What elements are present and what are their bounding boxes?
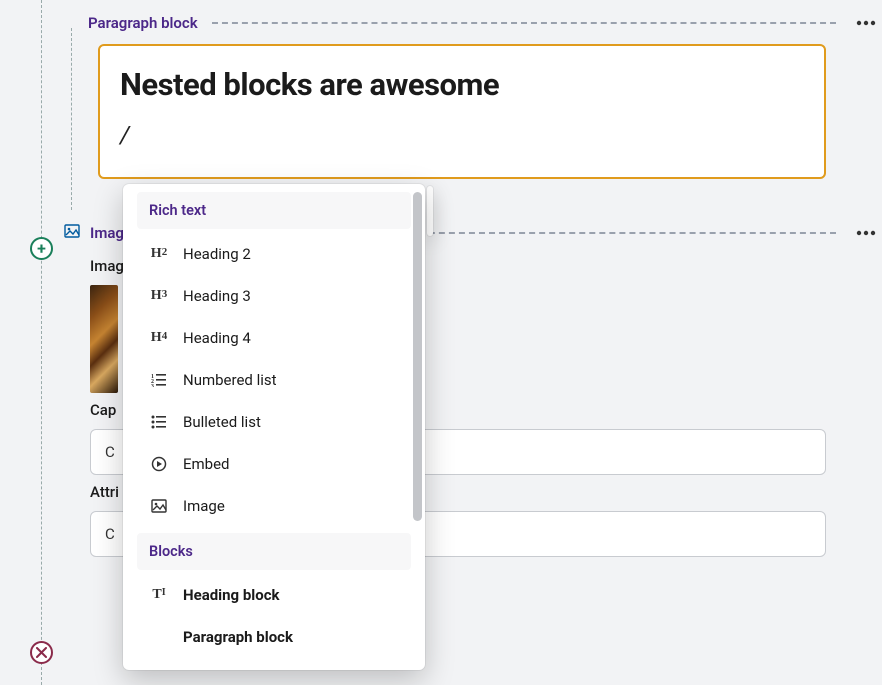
menu-scrollbar[interactable] (413, 192, 422, 662)
menu-item-label: Bulleted list (183, 413, 261, 431)
menu-item-embed[interactable]: Embed (123, 443, 425, 485)
add-block-button[interactable]: + (30, 237, 53, 260)
plus-icon: + (37, 239, 46, 258)
attribution-input-value: C (105, 525, 115, 543)
menu-item-label: Embed (183, 455, 230, 473)
menu-item-numbered-list[interactable]: 123 Numbered list (123, 359, 425, 401)
embed-icon (149, 456, 169, 472)
heading-block-icon: TI (149, 587, 169, 603)
menu-item-heading-4[interactable]: H4 Heading 4 (123, 317, 425, 359)
nested-heading[interactable]: Nested blocks are awesome (120, 66, 804, 103)
numbered-list-icon: 123 (149, 373, 169, 387)
paragraph-block-header[interactable]: Paragraph block (88, 14, 882, 32)
menu-item-image[interactable]: Image (123, 485, 425, 527)
menu-item-paragraph-block[interactable]: Paragraph block (123, 616, 425, 658)
svg-text:3: 3 (151, 384, 154, 387)
image-icon (64, 223, 80, 243)
close-icon (36, 647, 47, 658)
more-horizontal-icon (856, 230, 876, 236)
divider (212, 22, 836, 24)
more-horizontal-icon (856, 20, 876, 26)
scrollbar-thumb[interactable] (413, 192, 422, 521)
menu-item-label: Image (183, 497, 225, 515)
menu-item-label: Heading 3 (183, 287, 251, 305)
h3-icon: H3 (149, 288, 169, 304)
block-actions-button[interactable] (850, 16, 882, 30)
menu-item-label: Heading block (183, 586, 280, 604)
image-thumbnail[interactable] (90, 285, 118, 393)
menu-item-heading-3[interactable]: H3 Heading 3 (123, 275, 425, 317)
caption-input-value: C (105, 443, 115, 461)
paragraph-block-title: Paragraph block (88, 14, 198, 32)
bulleted-list-icon (149, 415, 169, 429)
h4-icon: H4 (149, 330, 169, 346)
menu-item-label: Heading 2 (183, 245, 251, 263)
menu-section-rich-text: Rich text (137, 192, 411, 229)
h2-icon: H2 (149, 246, 169, 262)
block-actions-button[interactable] (850, 226, 882, 240)
paragraph-block-body[interactable]: Nested blocks are awesome / (98, 44, 826, 179)
slash-command-input[interactable]: / (120, 121, 804, 149)
menu-item-bulleted-list[interactable]: Bulleted list (123, 401, 425, 443)
menu-item-label: Numbered list (183, 371, 277, 389)
menu-item-label: Paragraph block (183, 628, 293, 646)
menu-item-label: Heading 4 (183, 329, 251, 347)
image-icon (149, 498, 169, 514)
menu-section-blocks: Blocks (137, 533, 411, 570)
slash-command-menu: Rich text H2 Heading 2 H3 Heading 3 H4 H… (123, 184, 425, 670)
image-block-title: Imag (90, 224, 124, 242)
menu-item-heading-block[interactable]: TI Heading block (123, 574, 425, 616)
popover-shadow (427, 186, 433, 236)
menu-item-heading-2[interactable]: H2 Heading 2 (123, 233, 425, 275)
remove-block-button[interactable] (30, 641, 53, 664)
